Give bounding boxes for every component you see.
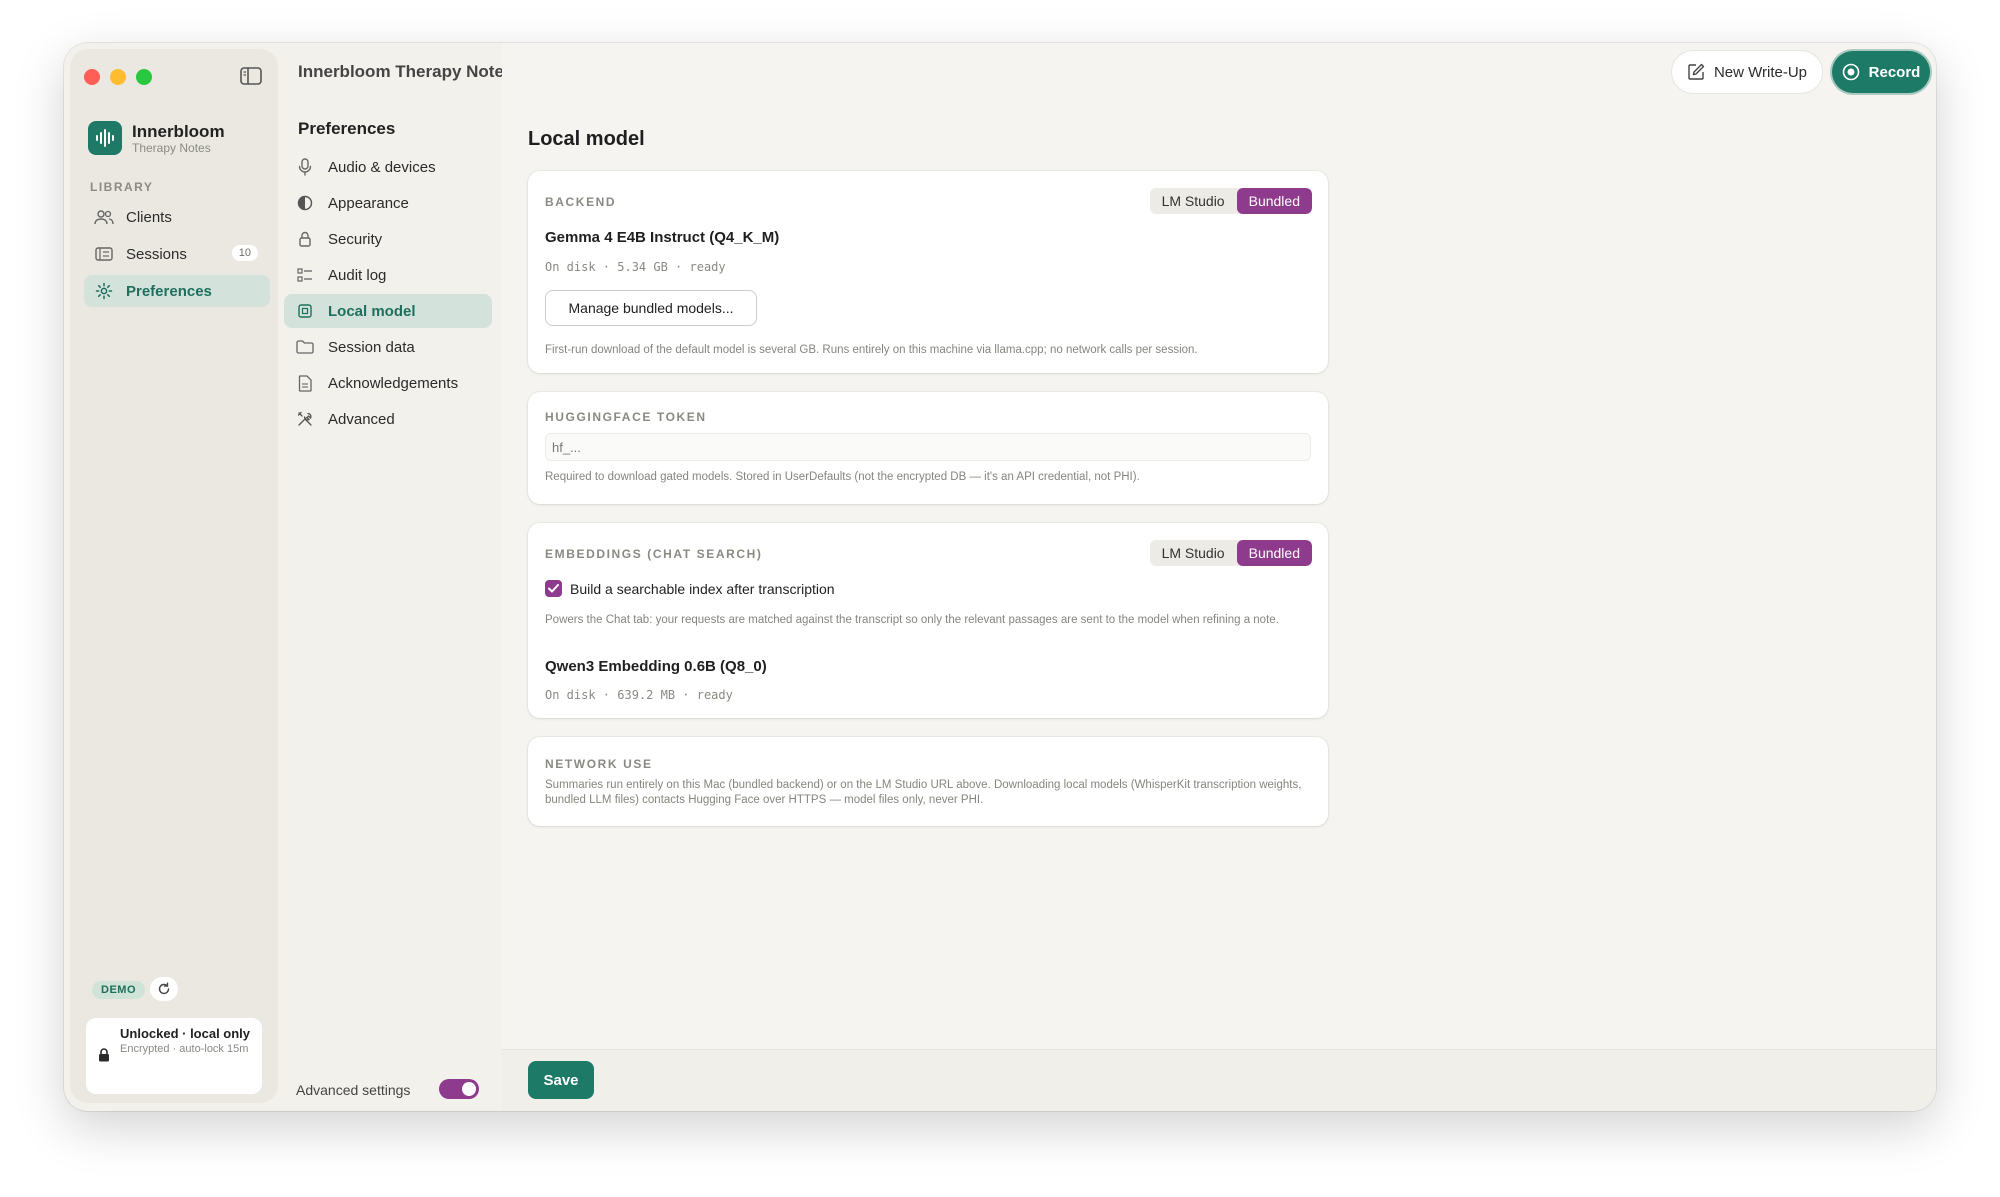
advanced-settings-toggle[interactable] [439,1079,479,1099]
pref-item-appearance[interactable]: Appearance [284,186,492,220]
app-title: Innerbloom Therapy Notes [298,62,514,81]
folder-icon [296,338,314,356]
sidebar-item-label: Sessions [126,245,187,263]
pref-item-label: Appearance [328,194,409,212]
refresh-button[interactable] [150,977,178,1001]
microphone-icon [296,158,314,176]
pref-item-audio-devices[interactable]: Audio & devices [284,150,492,184]
embeddings-option-lm-studio[interactable]: LM Studio [1150,540,1237,566]
pref-item-local-model[interactable]: Local model [284,294,492,328]
compose-icon [1687,63,1705,81]
brand-subtitle: Therapy Notes [132,140,211,155]
manage-bundled-models-button[interactable]: Manage bundled models... [545,290,757,326]
record-button[interactable]: Record [1832,51,1930,93]
preferences-heading: Preferences [298,119,396,138]
backend-model-name: Gemma 4 E4B Instruct (Q4_K_M) [545,229,780,246]
pref-item-label: Security [328,230,383,248]
refresh-icon [157,982,171,996]
sidebar-item-label: Preferences [126,282,212,300]
sidebar: Innerbloom Therapy Notes LIBRARY Clients… [70,49,278,1103]
backend-option-lm-studio[interactable]: LM Studio [1150,188,1237,214]
page-title: Local model [528,128,645,150]
embeddings-hint: Powers the Chat tab: your requests are m… [545,614,1279,626]
sidebar-item-sessions[interactable]: Sessions 10 [84,238,270,270]
sessions-count-badge: 10 [231,245,258,261]
brand-title: Innerbloom [132,121,225,141]
huggingface-label: HUGGINGFACE TOKEN [545,410,707,424]
document-icon [296,374,314,392]
close-window-button[interactable] [84,69,100,85]
backend-model-status: On disk · 5.34 GB · ready [545,260,726,274]
people-icon [94,207,114,227]
sidebar-toggle-icon[interactable] [240,67,262,85]
demo-badge: DEMO [92,981,145,999]
embeddings-card: EMBEDDINGS (CHAT SEARCH) LM Studio Bundl… [528,523,1328,718]
advanced-settings-label: Advanced settings [296,1082,411,1098]
sidebar-item-label: Clients [126,208,172,226]
footer-bar [502,1049,1936,1111]
checkmark-icon[interactable] [545,580,562,597]
embeddings-model-status: On disk · 639.2 MB · ready [545,688,733,702]
pref-item-label: Session data [328,338,415,356]
lock-status-title: Unlocked · local only [120,1026,251,1041]
pref-item-label: Local model [328,302,416,320]
chip-icon [296,302,314,320]
network-card: NETWORK USE Summaries run entirely on th… [528,737,1328,826]
backend-segmented-control: LM Studio Bundled [1149,188,1312,214]
backend-hint: First-run download of the default model … [545,344,1198,356]
list-icon [94,244,114,264]
huggingface-card: HUGGINGFACE TOKEN hf_... Required to dow… [528,392,1328,504]
huggingface-hint: Required to download gated models. Store… [545,471,1140,483]
record-icon [1842,63,1860,81]
lock-status-subtitle: Encrypted · auto-lock 15m [120,1043,249,1055]
zoom-window-button[interactable] [136,69,152,85]
waveform-logo-icon [88,121,122,155]
checklist-icon [296,266,314,284]
pref-item-label: Acknowledgements [328,374,459,392]
half-circle-icon [296,194,314,212]
backend-card: BACKEND LM Studio Bundled Gemma 4 E4B In… [528,171,1328,373]
record-label: Record [1868,63,1921,81]
network-label: NETWORK USE [545,757,653,771]
brand: Innerbloom Therapy Notes [88,121,225,155]
pref-item-label: Audio & devices [328,158,436,176]
embeddings-label: EMBEDDINGS (CHAT SEARCH) [545,547,763,561]
lock-icon [98,1048,110,1067]
gear-icon [94,281,114,301]
huggingface-token-input[interactable]: hf_... [545,433,1311,461]
new-write-up-button[interactable]: New Write-Up [1672,51,1822,93]
lock-status-card: Unlocked · local only Encrypted · auto-l… [86,1018,262,1094]
pref-item-security[interactable]: Security [284,222,492,256]
library-section-label: LIBRARY [90,180,154,194]
build-index-checkbox-row[interactable]: Build a searchable index after transcrip… [545,580,835,597]
sidebar-item-preferences[interactable]: Preferences [84,275,270,307]
embeddings-model-name: Qwen3 Embedding 0.6B (Q8_0) [545,658,767,675]
backend-label: BACKEND [545,195,617,209]
lock-icon [296,230,314,248]
embeddings-option-bundled[interactable]: Bundled [1236,540,1312,566]
backend-option-bundled[interactable]: Bundled [1236,188,1312,214]
main-content: Local model BACKEND LM Studio Bundled Ge… [502,43,1936,1111]
build-index-checkbox-label: Build a searchable index after transcrip… [570,580,835,597]
pref-item-acknowledgements[interactable]: Acknowledgements [284,366,492,400]
pref-item-label: Advanced [328,410,395,428]
tools-icon [296,410,314,428]
network-hint: Summaries run entirely on this Mac (bund… [545,779,1302,806]
app-window: Innerbloom Therapy Notes LIBRARY Clients… [64,43,1936,1111]
minimize-window-button[interactable] [110,69,126,85]
pref-item-audit-log[interactable]: Audit log [284,258,492,292]
save-button[interactable]: Save [528,1061,594,1099]
pref-item-advanced[interactable]: Advanced [284,402,492,436]
embeddings-segmented-control: LM Studio Bundled [1149,540,1312,566]
pref-item-session-data[interactable]: Session data [284,330,492,364]
pref-item-label: Audit log [328,266,387,284]
new-write-up-label: New Write-Up [1713,63,1808,81]
sidebar-item-clients[interactable]: Clients [84,201,270,233]
